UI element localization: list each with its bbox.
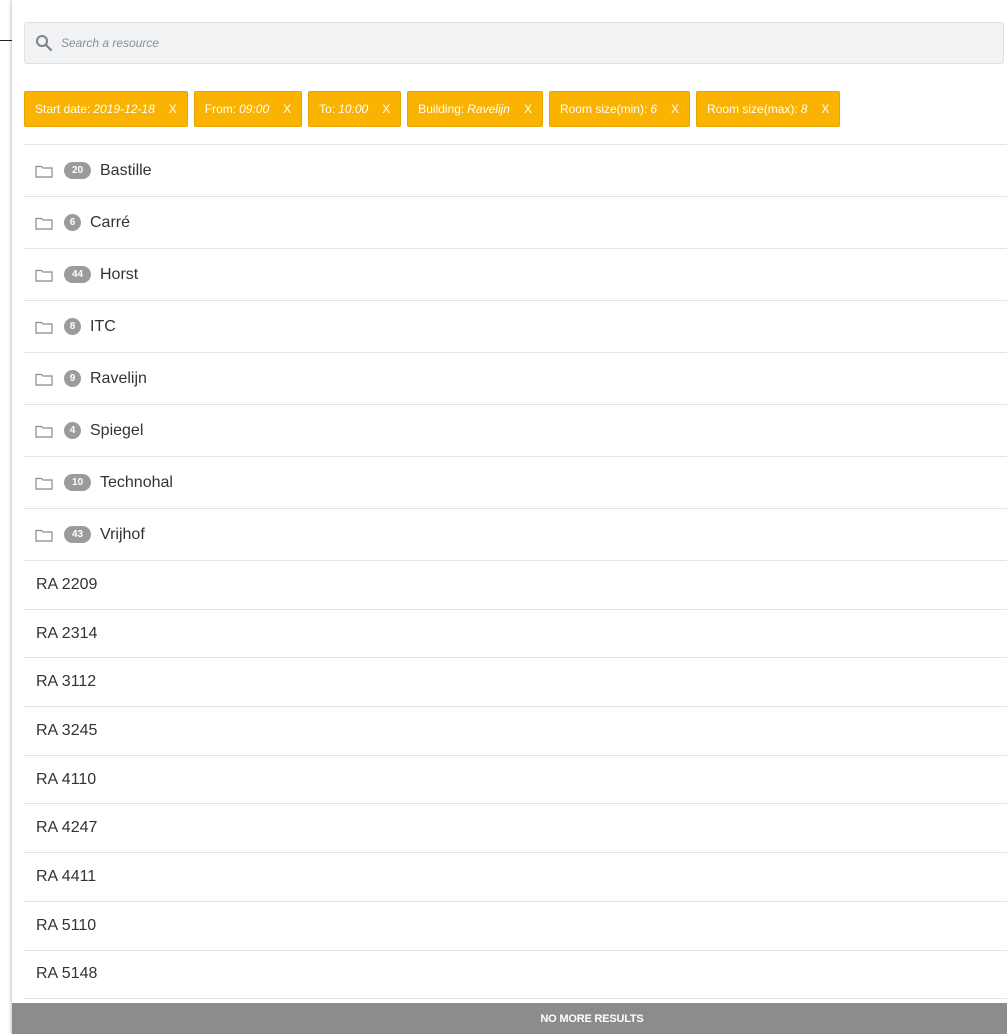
building-folder-ravelijn[interactable]: 9 Ravelijn (24, 353, 1007, 405)
no-more-results-label: NO MORE RESULTS (540, 1012, 644, 1025)
filter-value: 8 (800, 102, 808, 116)
building-name: Carré (90, 213, 131, 231)
filter-chip-room-size-max[interactable]: Room size(max): 8 X (696, 91, 841, 127)
filter-chip-from[interactable]: From: 09:00 X (193, 91, 303, 127)
room-list-item[interactable]: RA 3112 (24, 658, 1007, 708)
active-filters: Start date: 2019-12-18 X From: 09:00 X To: 10… (24, 91, 841, 127)
search-icon (36, 35, 53, 52)
remove-filter-button[interactable]: X (382, 102, 390, 116)
filter-label: Building: (418, 102, 465, 116)
building-name: Vrijhof (100, 525, 145, 543)
filter-value: Ravelijn (467, 102, 510, 116)
building-folder-itc[interactable]: 8 ITC (24, 301, 1007, 353)
building-name: Ravelijn (90, 369, 147, 387)
folder-icon (35, 373, 53, 386)
folder-icon (35, 529, 53, 542)
filter-value: 6 (650, 102, 658, 116)
filter-chip-start-date[interactable]: Start date: 2019-12-18 X (24, 91, 188, 127)
search-input[interactable] (61, 32, 961, 54)
building-folder-horst[interactable]: 44 Horst (24, 249, 1007, 301)
filter-value: 2019-12-18 (93, 102, 155, 116)
resource-count-badge: 6 (64, 214, 81, 231)
building-folder-spiegel[interactable]: 4 Spiegel (24, 405, 1007, 457)
filter-chip-building[interactable]: Building: Ravelijn X (407, 91, 543, 127)
folder-icon (35, 165, 53, 178)
resource-count-badge: 20 (64, 162, 91, 179)
room-list-item[interactable]: RA 5110 (24, 902, 1007, 951)
resource-count-badge: 4 (64, 422, 81, 439)
resource-count-badge: 9 (64, 370, 81, 387)
filter-value: 09:00 (239, 102, 270, 116)
edge-line-left (0, 40, 12, 41)
remove-filter-button[interactable]: X (169, 102, 177, 116)
folder-icon (35, 425, 53, 438)
filter-chip-room-size-min[interactable]: Room size(min): 6 X (548, 91, 691, 127)
filter-value: 10:00 (338, 102, 369, 116)
resource-list: 20 Bastille 6 Carré 44 Horst 8 ITC 9 Rav… (24, 144, 1007, 1000)
room-list-item[interactable]: RA 5148 (24, 951, 1007, 1000)
room-list-item[interactable]: RA 4411 (24, 853, 1007, 902)
building-folder-bastille[interactable]: 20 Bastille (24, 145, 1007, 197)
resource-count-badge: 44 (64, 266, 91, 283)
building-name: Bastille (100, 161, 152, 179)
building-folder-vrijhof[interactable]: 43 Vrijhof (24, 509, 1007, 561)
resource-count-badge: 43 (64, 526, 91, 543)
building-folder-technohal[interactable]: 10 Technohal (24, 457, 1007, 509)
remove-filter-button[interactable]: X (283, 102, 291, 116)
building-name: Horst (100, 265, 139, 283)
room-list-item[interactable]: RA 2314 (24, 610, 1007, 659)
filter-chip-to[interactable]: To: 10:00 X (308, 91, 402, 127)
room-list-item[interactable]: RA 3245 (24, 707, 1007, 756)
filter-label: Room size(max): (707, 102, 798, 116)
remove-filter-button[interactable]: X (671, 102, 679, 116)
building-folder-carre[interactable]: 6 Carré (24, 197, 1007, 249)
no-more-results-bar: NO MORE RESULTS (12, 1003, 1007, 1034)
search-bar[interactable] (24, 22, 1004, 64)
filter-label: From: (204, 102, 237, 116)
filter-label: Start date: (35, 102, 91, 116)
resource-count-badge: 10 (64, 474, 91, 491)
filter-label: Room size(min): (559, 102, 648, 116)
remove-filter-button[interactable]: X (524, 102, 532, 116)
building-name: Technohal (100, 473, 173, 491)
room-list-item[interactable]: RA 4110 (24, 756, 1007, 805)
folder-icon (35, 217, 53, 230)
building-name: ITC (90, 317, 116, 335)
room-list-item[interactable]: RA 4247 (24, 804, 1007, 854)
folder-icon (35, 477, 53, 490)
remove-filter-button[interactable]: X (821, 102, 829, 116)
resource-count-badge: 8 (64, 318, 81, 335)
filter-label: To: (319, 102, 336, 116)
building-name: Spiegel (90, 421, 144, 439)
folder-icon (35, 269, 53, 282)
folder-icon (35, 321, 53, 334)
room-list-item[interactable]: RA 2209 (24, 561, 1007, 610)
